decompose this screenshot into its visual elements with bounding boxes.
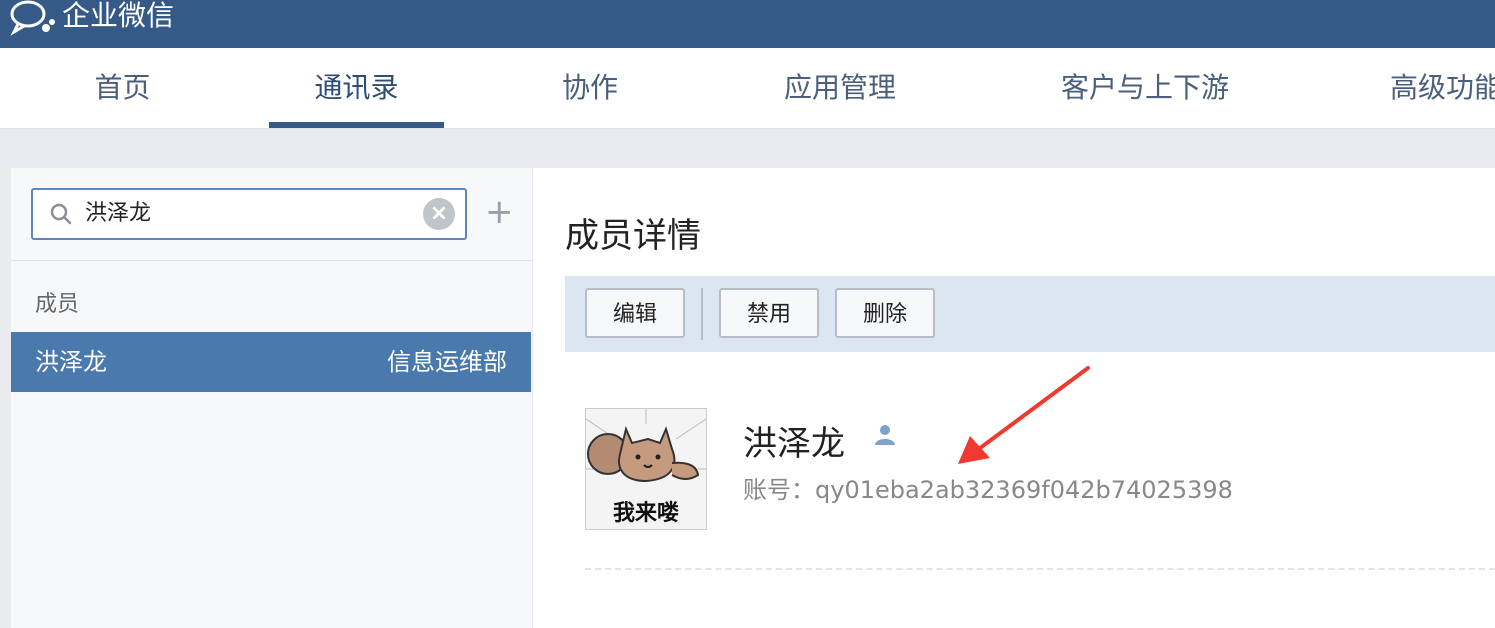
account-id: qy01eba2ab32369f042b74025398	[815, 476, 1233, 504]
section-divider	[585, 568, 1495, 570]
top-bar: 企业微信	[0, 0, 1495, 48]
add-icon[interactable]: +	[485, 195, 514, 229]
disable-button[interactable]: 禁用	[719, 288, 819, 338]
search-value: 洪泽龙	[85, 201, 152, 226]
clear-search-icon[interactable]: ×	[423, 198, 455, 230]
annotation-arrow-icon	[958, 366, 1090, 464]
member-result-department: 信息运维部	[387, 348, 507, 376]
detail-toolbar: 编辑 禁用 删除	[565, 276, 1495, 352]
search-icon	[50, 203, 72, 225]
tab-app-management[interactable]: 应用管理	[770, 48, 910, 128]
contacts-sidebar: 洪泽龙 × + 成员 洪泽龙 信息运维部	[11, 168, 533, 628]
member-result-name: 洪泽龙	[35, 348, 107, 376]
toolbar-separator	[701, 288, 703, 340]
user-icon	[875, 425, 895, 445]
member-name: 洪泽龙	[743, 424, 845, 464]
account-label: 账号：	[743, 476, 815, 504]
tab-contacts[interactable]: 通讯录	[269, 48, 444, 128]
account-line: 账号：qy01eba2ab32369f042b74025398	[743, 470, 1233, 505]
tab-home[interactable]: 首页	[60, 48, 185, 128]
section-label-members: 成员	[35, 292, 80, 317]
divider	[11, 260, 532, 261]
avatar-caption: 我来喽	[612, 501, 679, 526]
search-input[interactable]: 洪泽龙 ×	[31, 188, 467, 240]
delete-button[interactable]: 删除	[835, 288, 935, 338]
tab-advanced[interactable]: 高级功能	[1390, 48, 1495, 128]
wecom-logo-icon	[10, 0, 55, 36]
active-tab-indicator	[269, 122, 444, 128]
member-result-row[interactable]: 洪泽龙 信息运维部	[11, 332, 531, 392]
tab-collaboration[interactable]: 协作	[540, 48, 640, 128]
edit-button[interactable]: 编辑	[585, 288, 685, 338]
avatar: 我来喽	[585, 408, 707, 530]
main-nav: 首页 通讯录 协作 应用管理 客户与上下游 高级功能	[0, 48, 1495, 129]
page-title: 成员详情	[565, 216, 701, 256]
app-title: 企业微信	[62, 0, 175, 32]
tab-customers[interactable]: 客户与上下游	[1050, 48, 1240, 128]
